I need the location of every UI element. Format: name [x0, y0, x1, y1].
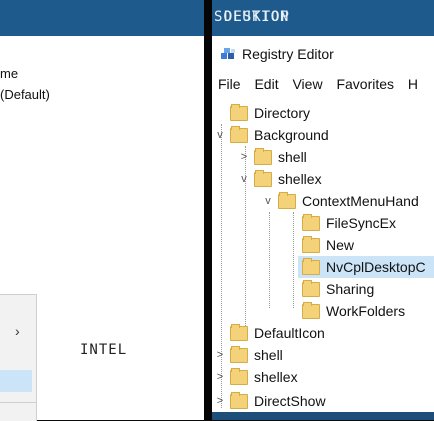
tree-guide: [269, 212, 270, 308]
tree-item-workfolders[interactable]: WorkFolders: [298, 300, 405, 322]
registry-editor-icon: [221, 48, 235, 59]
menu-edit[interactable]: Edit: [254, 76, 278, 92]
tree-item-label: WorkFolders: [326, 303, 406, 319]
window-title-text: Registry Editor: [242, 46, 334, 62]
chevron-right-icon[interactable]: >: [238, 151, 250, 163]
tree-item-label: shellex: [254, 369, 298, 385]
folder-icon: [278, 191, 296, 209]
menu-view[interactable]: View: [292, 76, 322, 92]
panel-divider: [204, 0, 212, 420]
folder-icon: [230, 125, 248, 143]
tree-item-directshow[interactable]: > DirectShow: [214, 390, 326, 412]
chevron-down-icon[interactable]: v: [238, 173, 250, 185]
tree-item-nvcpldesktopcontext[interactable]: NvCplDesktopC: [298, 256, 434, 278]
tree-item-label: NvCplDesktopC: [326, 259, 426, 275]
folder-icon: [302, 213, 320, 231]
chevron-right-icon[interactable]: >: [214, 395, 226, 407]
tree-item-defaulticon[interactable]: DefaultIcon: [226, 322, 325, 344]
tree-item-label: Sharing: [326, 281, 375, 297]
tree-item-background[interactable]: v Background: [214, 124, 329, 146]
status-strip: [212, 412, 434, 420]
name-column-header: me: [0, 66, 19, 81]
tree-item-label: ContextMenuHand: [302, 193, 419, 209]
context-menu-highlighted-item[interactable]: [0, 370, 32, 392]
folder-icon: [230, 367, 248, 385]
banner-title-right: SOLUTION: [214, 9, 290, 25]
tree-guide: [293, 212, 294, 308]
tree-item-label: Background: [254, 127, 329, 143]
context-menu-divider: [0, 402, 36, 403]
chevron-down-icon[interactable]: v: [262, 195, 274, 207]
chevron-right-icon[interactable]: >: [214, 349, 226, 361]
tree-item-label: DefaultIcon: [254, 325, 325, 341]
tree-item-shell[interactable]: > shell: [214, 344, 283, 366]
folder-icon: [254, 169, 272, 187]
tree-item-directory[interactable]: Directory: [214, 102, 310, 124]
tree-item-label: shell: [254, 347, 283, 363]
intel-label: INTEL: [80, 342, 128, 358]
tree-item-sharing[interactable]: Sharing: [298, 278, 374, 300]
default-value-name[interactable]: (Default): [0, 87, 50, 102]
registry-editor-window: Registry Editor File Edit View Favorites…: [212, 36, 434, 420]
folder-icon: [230, 345, 248, 363]
folder-icon: [302, 301, 320, 319]
menu-favorites[interactable]: Favorites: [336, 76, 394, 92]
tree-item-label: FileSyncEx: [326, 215, 397, 231]
tree-item-filesyncex[interactable]: FileSyncEx: [298, 212, 396, 234]
tree-item-contextmenuhandlers[interactable]: v ContextMenuHand: [262, 190, 419, 212]
folder-icon: [254, 147, 272, 165]
window-title: Registry Editor: [220, 46, 334, 62]
submenu-chevron-icon[interactable]: ›: [15, 323, 20, 339]
tree-item-label: shell: [278, 149, 307, 165]
tree-item-shell[interactable]: > shell: [238, 146, 307, 168]
chevron-down-icon[interactable]: v: [214, 129, 226, 141]
folder-icon: [230, 103, 248, 121]
chevron-right-icon[interactable]: >: [214, 371, 226, 383]
folder-icon: [302, 235, 320, 253]
folder-icon: [230, 323, 248, 341]
registry-tree: Directory v Background > shell v shellex…: [212, 102, 434, 420]
menu-bar: File Edit View Favorites H: [218, 76, 428, 92]
tree-item-label: Directory: [254, 105, 311, 121]
title-banner: DESKTOP SOLUTION: [0, 0, 434, 36]
tree-item-shellex[interactable]: > shellex: [214, 366, 298, 388]
folder-icon: [230, 391, 248, 409]
tree-item-label: shellex: [278, 171, 322, 187]
tree-item-label: New: [326, 237, 355, 253]
folder-icon: [302, 279, 320, 297]
menu-file[interactable]: File: [218, 76, 241, 92]
tree-item-shellex[interactable]: v shellex: [238, 168, 322, 190]
folder-icon: [302, 257, 320, 275]
tree-item-new[interactable]: New: [298, 234, 354, 256]
tree-item-label: DirectShow: [254, 393, 326, 409]
menu-help[interactable]: H: [408, 76, 418, 92]
